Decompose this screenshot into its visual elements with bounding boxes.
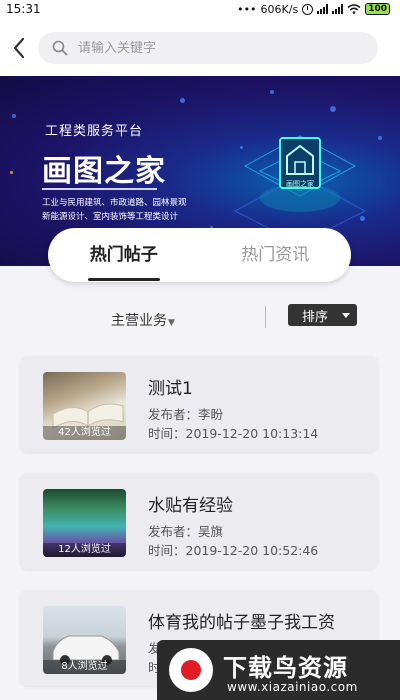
svg-text:画图之家: 画图之家 <box>286 179 314 188</box>
search-bar[interactable] <box>38 32 378 64</box>
banner-line-1: 工业与民用建筑、市政道路、园林景观 <box>42 198 187 208</box>
banner-underline <box>42 188 157 190</box>
signal-icon <box>317 4 329 14</box>
view-count: 42人浏览过 <box>43 426 126 440</box>
signal-icon-2 <box>332 4 344 14</box>
sort-button[interactable]: 排序 <box>288 304 357 326</box>
post-card[interactable]: 42人浏览过 测试1 发布者：李盼 时间：2019-12-20 10:13:14 <box>20 356 378 452</box>
post-thumbnail: 42人浏览过 <box>43 372 126 440</box>
tab-hot-posts[interactable]: 热门帖子 <box>48 228 200 282</box>
tab-bar: 热门帖子 热门资讯 <box>48 228 351 282</box>
post-card[interactable]: 12人浏览过 水贴有经验 发布者：吴旗 时间：2019-12-20 10:52:… <box>20 473 378 569</box>
triangle-down-icon <box>342 312 351 318</box>
view-count: 12人浏览过 <box>43 543 126 557</box>
battery-icon: 100 <box>365 3 390 15</box>
post-author: 发布者：吴旗 <box>148 524 224 539</box>
post-time: 时间：2019-12-20 10:52:46 <box>148 543 319 558</box>
banner-title: 画图之家 <box>42 154 166 189</box>
platform-illustration: 画图之家 <box>233 135 367 245</box>
caret-down-icon: ▼ <box>168 318 175 328</box>
tab-hot-news[interactable]: 热门资讯 <box>200 228 352 282</box>
post-title: 体育我的帖子墨子我工资 <box>148 613 335 633</box>
banner-line-2: 新能源设计、室内装饰等工程类设计 <box>42 212 179 222</box>
sort-label: 排序 <box>302 309 329 325</box>
wifi-icon <box>347 4 361 14</box>
post-thumbnail: 8人浏览过 <box>43 606 126 674</box>
post-thumbnail: 12人浏览过 <box>43 489 126 557</box>
search-input[interactable] <box>78 40 338 56</box>
filter-bar: 主营业务▼ 排序 <box>0 304 400 334</box>
business-filter-dropdown[interactable]: 主营业务▼ <box>111 310 175 330</box>
chevron-left-icon[interactable] <box>10 36 30 60</box>
post-title: 水贴有经验 <box>148 496 233 516</box>
dots-icon: ••• <box>237 2 257 16</box>
business-filter-label: 主营业务 <box>111 313 167 329</box>
post-title: 测试1 <box>148 379 193 399</box>
view-count: 8人浏览过 <box>43 660 126 674</box>
watermark-url: www.xiazainiao.com <box>227 680 358 694</box>
status-bar: 15:31 ••• 606K/s 100 <box>0 0 400 18</box>
status-time: 15:31 <box>6 2 41 16</box>
header <box>0 18 400 76</box>
network-speed: 606K/s <box>260 2 299 16</box>
post-author: 发布者：李盼 <box>148 407 224 422</box>
alarm-icon <box>302 3 314 15</box>
site-watermark: 下载鸟资源 www.xiazainiao.com <box>157 640 400 700</box>
post-time: 时间：2019-12-20 10:13:14 <box>148 426 319 441</box>
bird-logo-icon <box>169 648 213 692</box>
status-icons: ••• 606K/s 100 <box>237 3 390 16</box>
watermark-title: 下载鸟资源 <box>223 654 348 682</box>
banner-subtitle: 工程类服务平台 <box>45 124 144 139</box>
search-icon <box>52 40 68 56</box>
filter-divider <box>265 306 266 328</box>
